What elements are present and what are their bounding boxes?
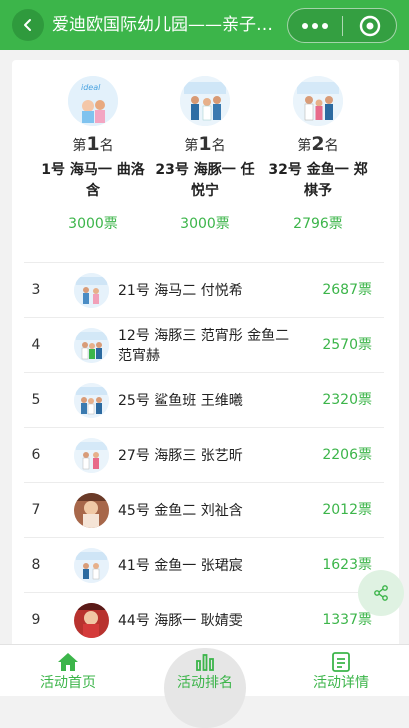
participant-name: 12号 海豚三 范宵彤 金鱼二 范宵赫 (118, 327, 290, 364)
avatar (74, 548, 109, 583)
list-item[interactable]: 5 25号 鲨鱼班 王维曦 2320票 (24, 372, 384, 427)
more-dots-icon (302, 22, 308, 29)
rank-number: 9 (31, 612, 41, 628)
list-item[interactable]: 7 45号 金鱼二 刘祉含 2012票 (24, 482, 384, 537)
rank-number: 5 (31, 392, 41, 408)
tab-label: 活动首页 (40, 675, 96, 691)
avatar (74, 383, 109, 418)
more-button[interactable] (288, 9, 342, 42)
podium-name: 23号 海豚一 任悦宁 (155, 162, 255, 199)
target-circle-icon (359, 15, 380, 36)
podium-votes: 3000票 (68, 216, 118, 232)
page-title: 爱迪欧国际幼儿园——亲子装·华 (52, 15, 284, 35)
avatar (74, 603, 109, 638)
tab-label: 活动详情 (313, 675, 369, 691)
vote-count: 2570票 (322, 337, 372, 353)
participant-name: 27号 海豚三 张艺昕 (118, 447, 243, 464)
bar-chart-icon (196, 654, 214, 671)
list-item[interactable]: 6 27号 海豚三 张艺昕 2206票 (24, 427, 384, 482)
top-navigation-bar: 爱迪欧国际幼儿园——亲子装·华 (0, 0, 409, 50)
rank-number: 3 (31, 282, 41, 298)
participant-name: 44号 海豚一 耿婧雯 (118, 612, 243, 629)
vote-count: 2012票 (322, 502, 372, 518)
vote-count: 2320票 (322, 392, 372, 408)
participant-name: 45号 金鱼二 刘祉含 (118, 502, 243, 519)
vote-count: 2206票 (322, 447, 372, 463)
participant-name: 41号 金鱼一 张珺宸 (118, 557, 243, 574)
mini-program-capsule (287, 8, 397, 43)
back-button[interactable] (12, 9, 44, 41)
podium-votes: 3000票 (180, 216, 230, 232)
detail-list-icon (332, 652, 350, 672)
ranking-list: 3 21号 海马二 付悦希 2687票 4 12号 海豚三 范宵彤 金鱼二 范宵… (24, 262, 384, 647)
podium-name: 1号 海马一 曲洛含 (41, 162, 145, 199)
podium-votes: 2796票 (293, 216, 343, 232)
rank-number: 6 (31, 447, 41, 463)
list-item[interactable]: 9 44号 海豚一 耿婧雯 1337票 (24, 592, 384, 647)
tab-label: 活动排名 (177, 675, 233, 691)
podium-name: 32号 金鱼一 郑棋予 (268, 162, 368, 199)
svg-text:ideal: ideal (81, 83, 101, 92)
podium-item[interactable]: 第2名 32号 金鱼一 郑棋予 (262, 76, 374, 202)
avatar: ideal (68, 76, 118, 126)
avatar (74, 273, 109, 308)
avatar (74, 438, 109, 473)
close-button[interactable] (343, 9, 396, 42)
avatar (74, 493, 109, 528)
vote-count: 2687票 (322, 282, 372, 298)
share-button[interactable] (358, 570, 404, 616)
rank-number: 8 (31, 557, 41, 573)
podium-item[interactable]: ideal 第1名 1号 海马一 曲洛含 (37, 76, 149, 202)
list-item[interactable]: 8 41号 金鱼一 张珺宸 1623票 (24, 537, 384, 592)
chevron-left-icon (24, 19, 31, 31)
list-item[interactable]: 3 21号 海马二 付悦希 2687票 (24, 262, 384, 317)
tab-details[interactable]: 活动详情 (273, 645, 409, 697)
ranking-card: ideal 第1名 1号 海马一 曲洛含 3000票 第1名 23号 海豚一 任… (12, 60, 399, 650)
avatar (180, 76, 230, 126)
podium-item[interactable]: 第1名 23号 海豚一 任悦宁 (149, 76, 261, 202)
home-icon (58, 653, 78, 671)
tab-home[interactable]: 活动首页 (0, 645, 136, 697)
share-icon (374, 585, 388, 601)
podium-rank: 第1名 (184, 133, 226, 155)
avatar (293, 76, 343, 126)
bottom-tab-bar: 活动首页 活动排名 活动详情 (0, 644, 409, 728)
rank-number: 7 (31, 502, 41, 518)
rank-number: 4 (31, 337, 41, 353)
avatar (74, 328, 109, 363)
podium-rank: 第1名 (72, 133, 114, 155)
list-item[interactable]: 4 12号 海豚三 范宵彤 金鱼二 范宵赫 2570票 (24, 317, 384, 372)
participant-name: 21号 海马二 付悦希 (118, 282, 243, 299)
participant-name: 25号 鲨鱼班 王维曦 (118, 392, 243, 409)
podium-rank: 第2名 (297, 133, 339, 155)
tab-ranking[interactable]: 活动排名 (137, 645, 273, 697)
top-three-podium: ideal 第1名 1号 海马一 曲洛含 3000票 第1名 23号 海豚一 任… (12, 60, 399, 260)
